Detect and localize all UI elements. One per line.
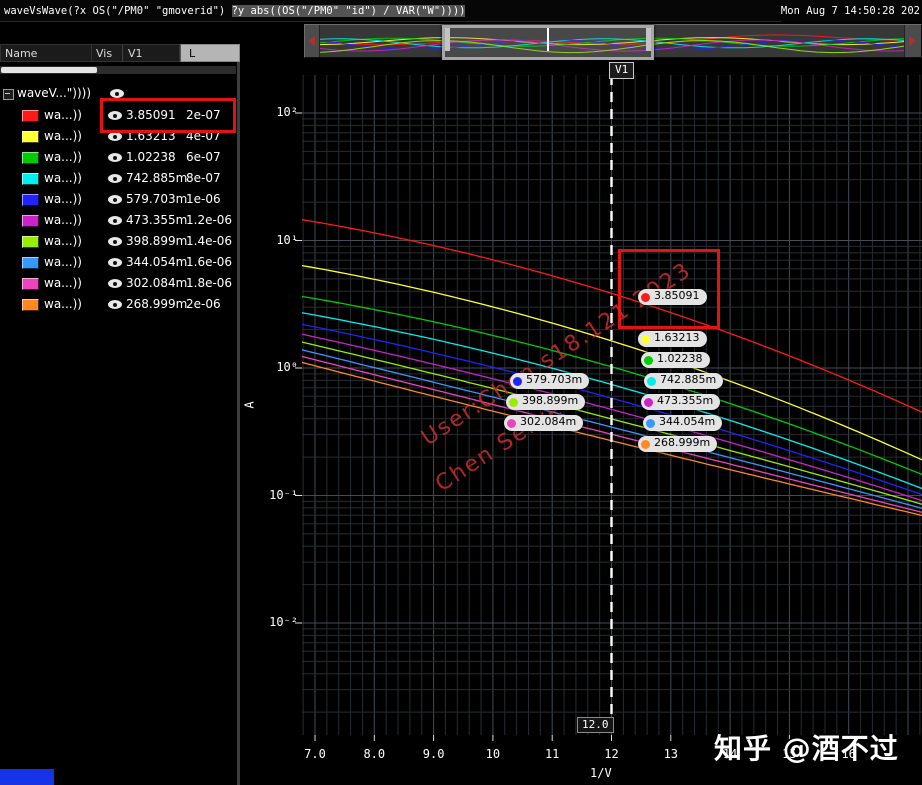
cursor-value-label[interactable]: 579.703m: [510, 373, 590, 389]
trace-point-dot: [507, 418, 516, 428]
x-axis-title: 1/V: [590, 766, 612, 780]
y-tick-label: 10⁻²: [269, 615, 298, 629]
cursor-value-label[interactable]: 398.899m: [506, 394, 586, 410]
cursor-name-label[interactable]: V1: [609, 62, 635, 79]
y-tick-label: 10¹: [276, 232, 298, 247]
trace-point-dot: [641, 292, 650, 302]
trace-point-dot: [647, 376, 656, 386]
cursor-value-label[interactable]: 302.084m: [504, 415, 584, 431]
cursor-value-label[interactable]: 1.63213: [638, 331, 707, 347]
x-tick-label: 15: [782, 747, 797, 761]
x-tick-label: 16: [841, 747, 856, 761]
zhihu-watermark: 知乎 @酒不过: [714, 732, 899, 765]
cursor-value-label[interactable]: 473.355m: [641, 394, 721, 410]
trace-point-dot: [641, 439, 650, 449]
x-tick-label: 8.0: [363, 747, 386, 761]
x-tick-label: 12: [604, 747, 619, 761]
cursor-value-label[interactable]: 1.02238: [641, 352, 710, 368]
trace-point-dot: [509, 397, 518, 407]
cursor-value-label[interactable]: 268.999m: [638, 436, 718, 452]
x-tick-label: 9.0: [422, 747, 445, 761]
trace-point-dot: [644, 355, 653, 365]
y-axis-title: A: [242, 401, 257, 409]
cursor-value-label[interactable]: 3.85091: [638, 289, 707, 305]
x-tick-label: 14: [722, 747, 738, 761]
x-tick-label: 10: [485, 747, 501, 761]
cursor-value-label[interactable]: 742.885m: [644, 373, 724, 389]
y-tick-label: 10⁻¹: [269, 487, 298, 502]
x-tick-label: 7.0: [304, 747, 326, 761]
cursor-x-value-label[interactable]: 12.0: [577, 717, 614, 733]
y-tick-label: 10⁰: [276, 360, 298, 374]
trace-point-dot: [513, 376, 522, 386]
y-tick-label: 10²: [276, 105, 298, 119]
corner-blue-block: [0, 769, 54, 785]
trace-point-dot: [641, 334, 650, 344]
x-tick-label: 11: [544, 747, 560, 761]
trace-point-dot: [646, 418, 655, 428]
cursor-value-label[interactable]: 344.054m: [643, 415, 723, 431]
highlight-box-panel: [100, 98, 236, 133]
x-tick-label: 13: [663, 747, 679, 761]
trace-point-dot: [644, 397, 653, 407]
